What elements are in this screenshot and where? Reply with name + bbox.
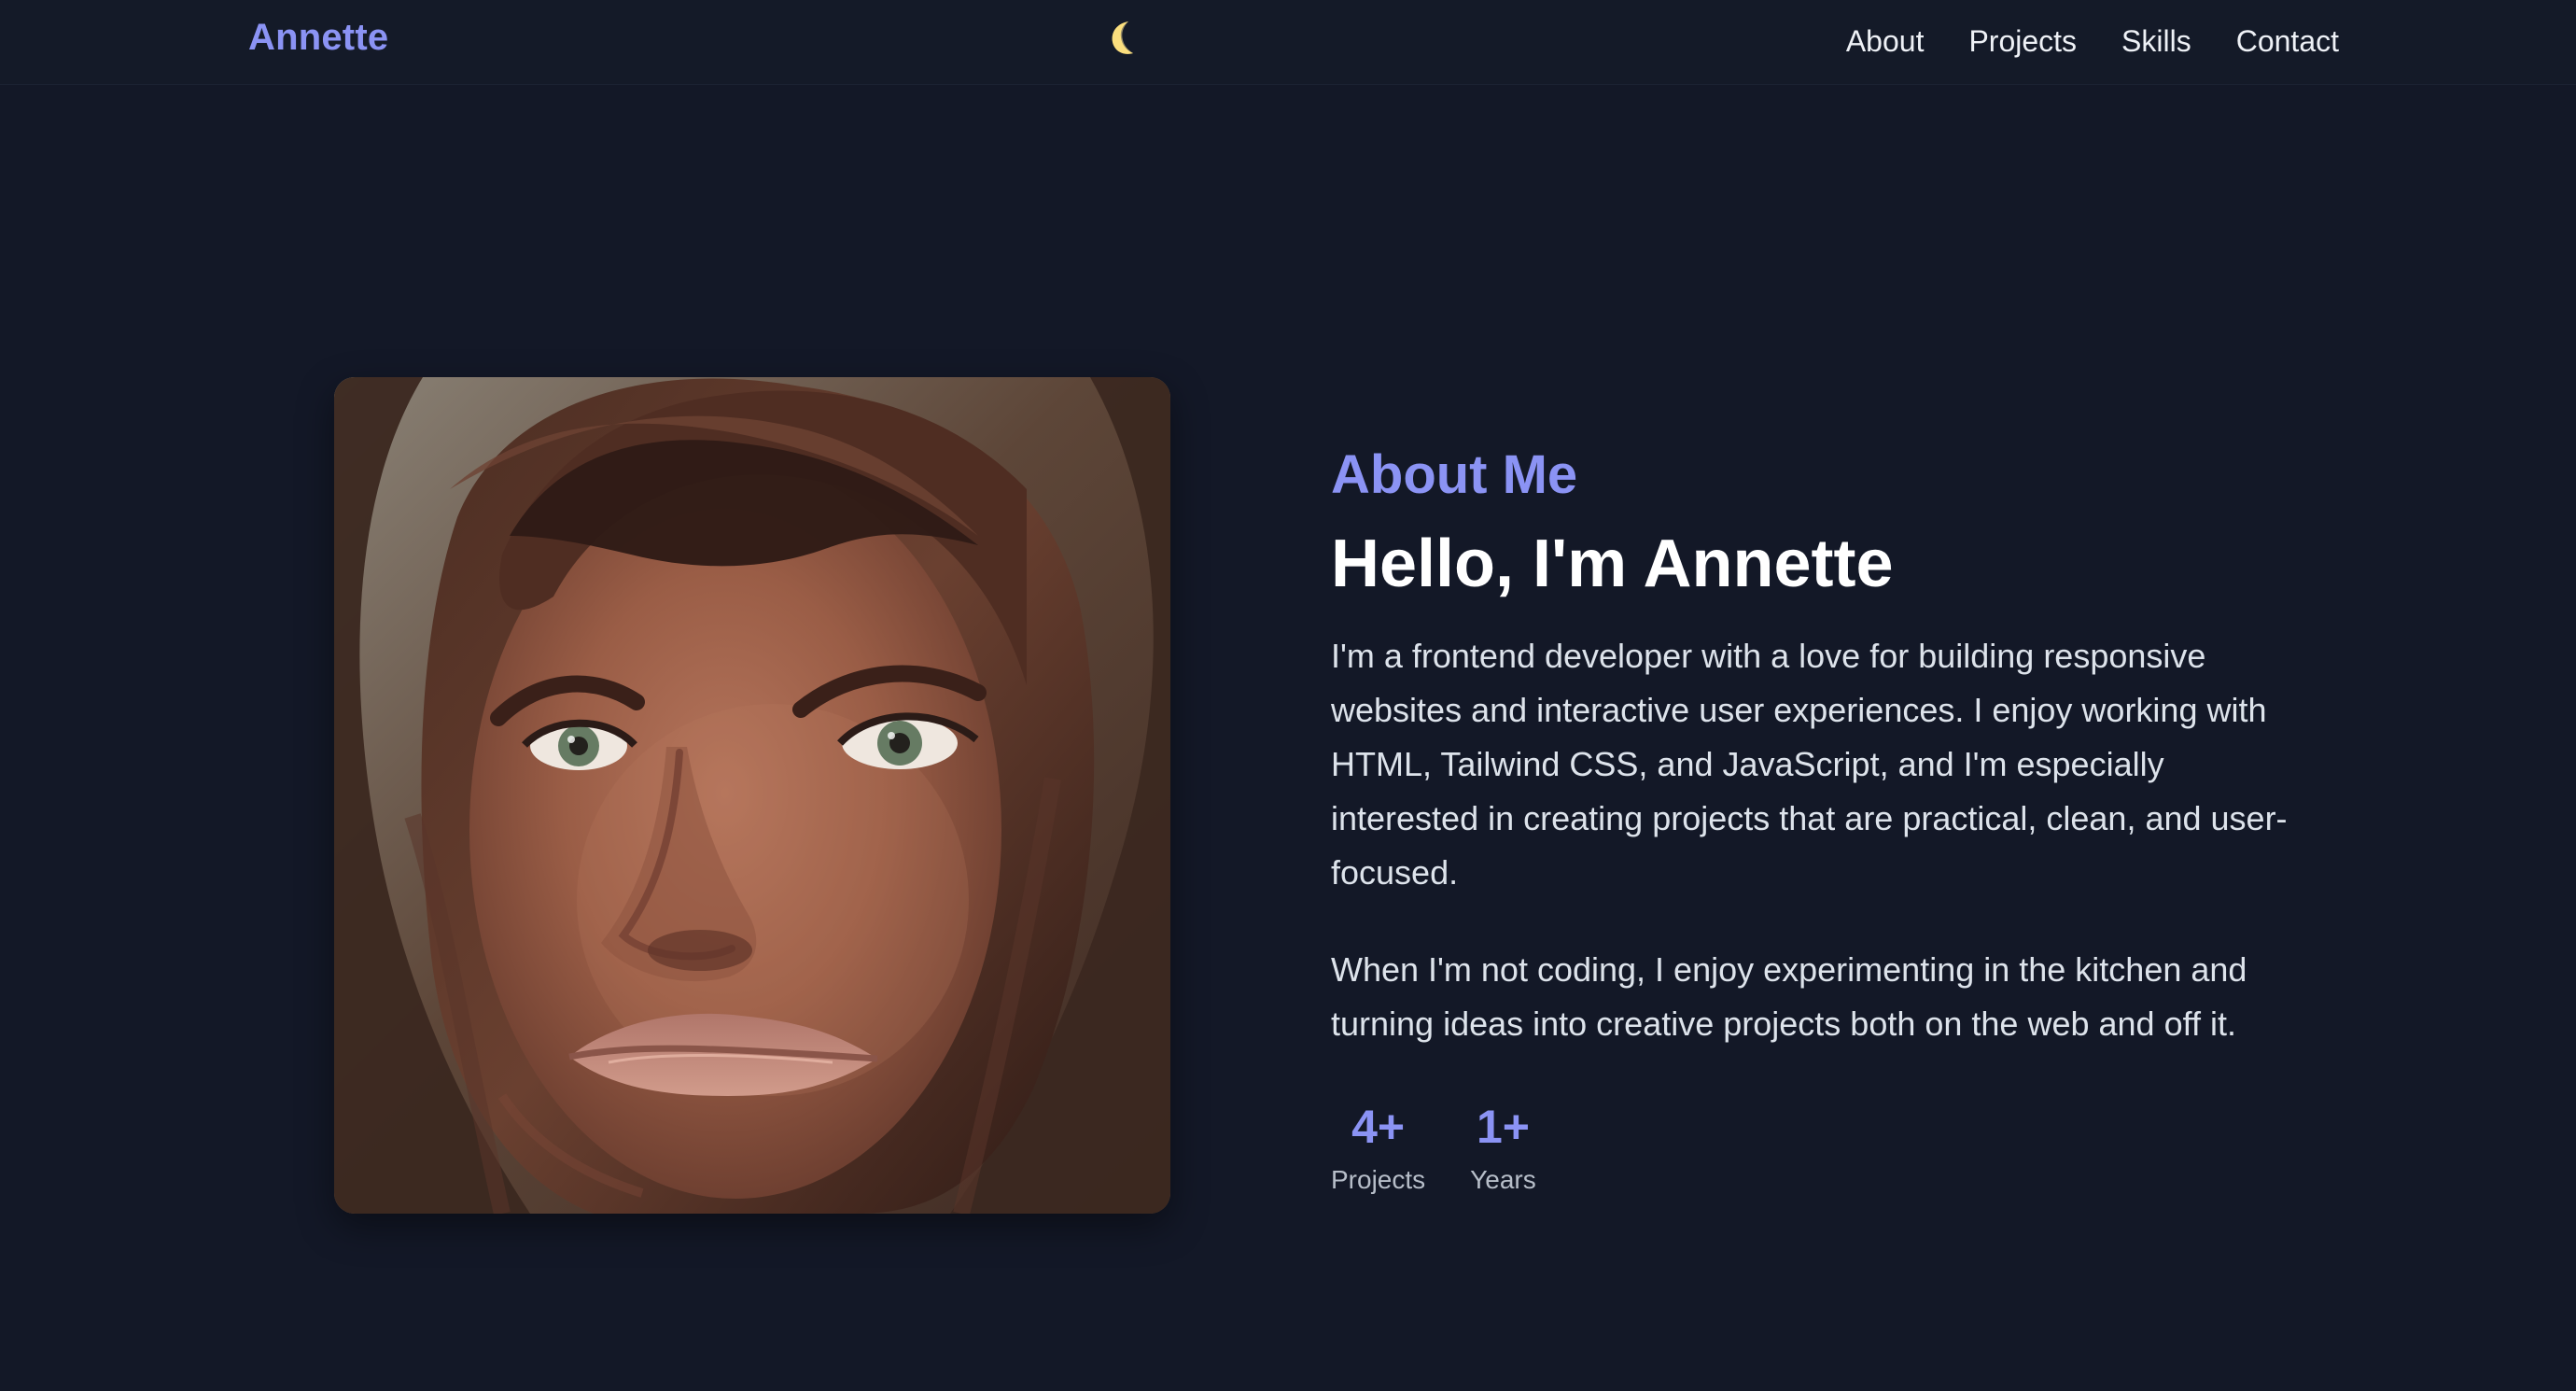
stat-projects: 4+ Projects [1331, 1100, 1425, 1197]
stat-label-projects: Projects [1331, 1165, 1426, 1194]
nav-link-contact[interactable]: Contact [2236, 21, 2339, 62]
nav-links: About Projects Skills Contact [1846, 21, 2339, 62]
nav-link-skills[interactable]: Skills [2121, 21, 2191, 62]
about-headline: Hello, I'm Annette [1331, 527, 1894, 601]
moon-icon [1112, 21, 1133, 54]
top-navigation: Annette About Projects Skills Contact [0, 0, 2576, 85]
stats-row: 4+ Projects 1+ Years [1331, 1100, 2358, 1197]
about-content: About Me Hello, I'm Annette I'm a fronte… [1331, 443, 2358, 1197]
stat-years: 1+ Years [1470, 1100, 1536, 1197]
brand-logo[interactable]: Annette [248, 17, 388, 59]
stat-value-projects: 4+ [1351, 1101, 1406, 1153]
nav-link-projects[interactable]: Projects [1968, 21, 2077, 62]
about-paragraph-personal: When I'm not coding, I enjoy experimenti… [1331, 950, 2247, 1043]
profile-photo [334, 377, 1170, 1214]
portrait-illustration [334, 377, 1170, 1214]
theme-toggle-button[interactable] [1101, 17, 1142, 58]
about-paragraph-intro: I'm a frontend developer with a love for… [1331, 637, 2288, 892]
stat-value-years: 1+ [1476, 1101, 1530, 1153]
nav-link-about[interactable]: About [1846, 21, 1925, 62]
stat-label-years: Years [1470, 1165, 1536, 1194]
about-section-title: About Me [1331, 444, 1578, 505]
